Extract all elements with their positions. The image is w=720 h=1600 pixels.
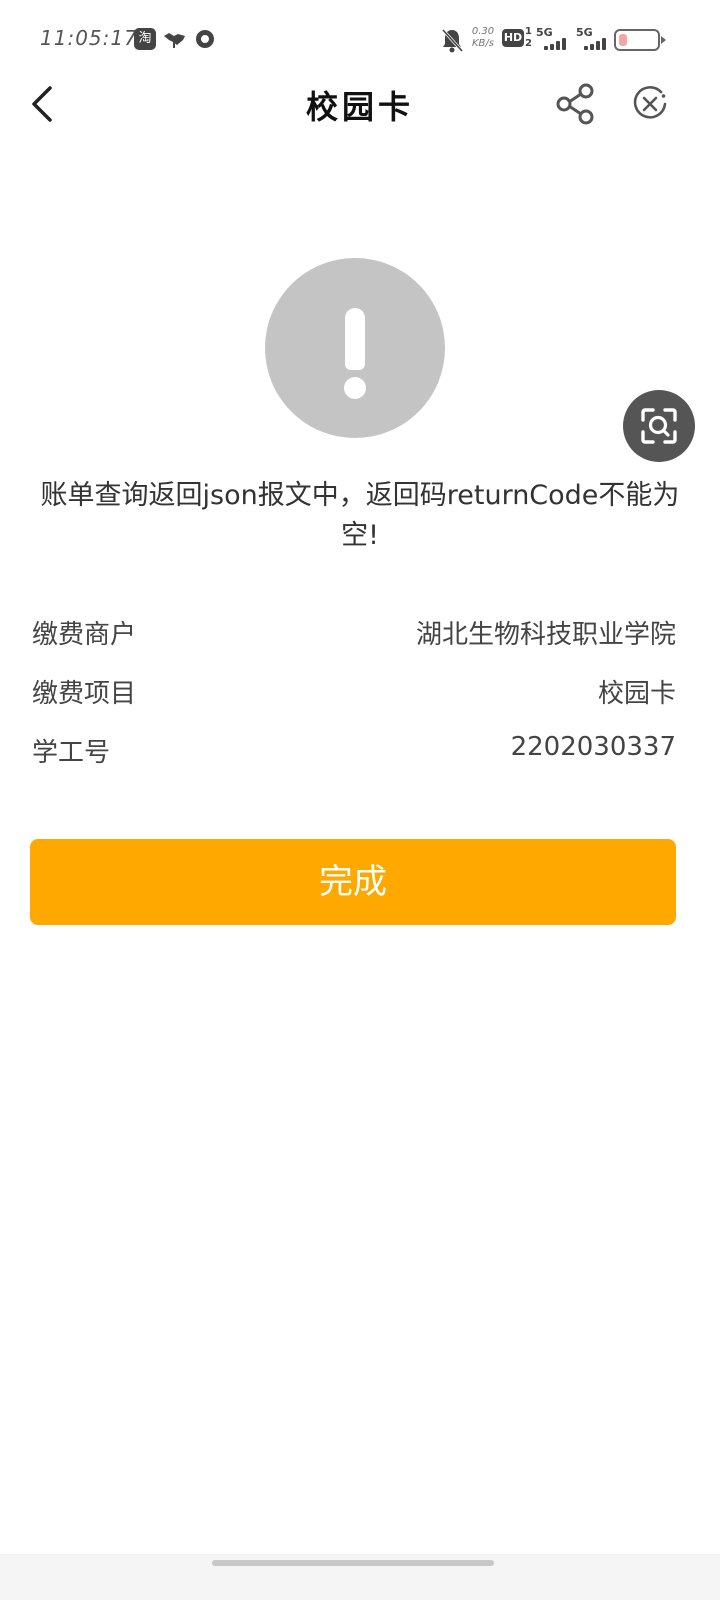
hd-sim-top: 1	[525, 26, 532, 37]
taobao-icon: 淘	[134, 28, 156, 50]
battery-icon	[614, 29, 666, 51]
home-indicator[interactable]	[212, 1560, 494, 1566]
merchant-value: 湖北生物科技职业学院	[415, 620, 676, 650]
status-time: 11:05:17	[40, 26, 138, 50]
done-button[interactable]: 完成	[30, 839, 676, 925]
student-id-value: 2202030337	[510, 732, 676, 762]
exclamation-icon	[265, 258, 445, 438]
hd-sim-bottom: 2	[525, 38, 532, 49]
page-title: 校园卡	[305, 88, 414, 126]
scan-search-icon	[641, 408, 677, 444]
record-circle-icon	[196, 30, 214, 48]
signal-icon-1: 5G	[536, 26, 572, 54]
battery-fill	[619, 34, 627, 46]
bell-off-icon	[440, 26, 464, 54]
back-button[interactable]	[24, 82, 64, 126]
net-speed-unit: KB/s	[472, 38, 494, 49]
payment-details: 缴费商户 湖北生物科技职业学院 缴费项目 校园卡 学工号 2202030337	[32, 610, 676, 787]
close-button[interactable]	[630, 84, 670, 124]
error-message: 账单查询返回json报文中，返回码returnCode不能为空!	[40, 480, 680, 551]
detail-row-item: 缴费项目 校园卡	[32, 669, 676, 728]
hd-sim-label: 1 2	[525, 26, 532, 50]
hd-voice-icon: HD 1 2	[502, 26, 534, 54]
share-icon	[556, 83, 594, 125]
taobao-badge-text: 淘	[138, 31, 152, 46]
net-speed-value: 0.30	[471, 26, 495, 37]
item-label: 缴费项目	[32, 679, 137, 709]
detail-row-merchant: 缴费商户 湖北生物科技职业学院	[32, 610, 676, 669]
share-button[interactable]	[554, 82, 596, 126]
detail-row-student-id: 学工号 2202030337	[32, 728, 676, 787]
merchant-label: 缴费商户	[32, 620, 137, 650]
scan-search-button[interactable]	[623, 390, 695, 462]
hd-label: HD	[502, 29, 524, 47]
net-speed-indicator: 0.30 KB/s	[470, 26, 496, 54]
nav-bar: 校园卡	[0, 64, 720, 144]
screen: 11:05:17 淘 0.30 KB/s HD 1 2 5G 5G 校园卡 账单…	[0, 0, 720, 1600]
chevron-left-icon	[32, 86, 52, 122]
close-circle-icon	[633, 86, 667, 119]
item-value: 校园卡	[597, 679, 676, 709]
handshake-icon	[163, 28, 187, 50]
student-id-label: 学工号	[32, 738, 111, 768]
signal-icon-2: 5G	[576, 26, 612, 54]
